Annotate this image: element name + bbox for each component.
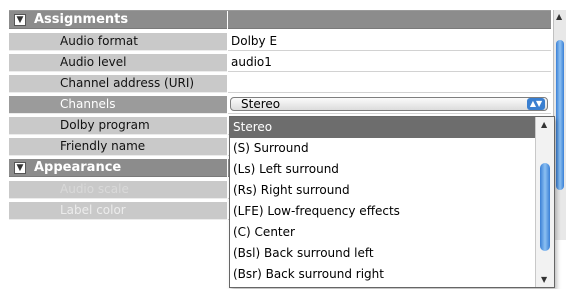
property-label: Audio scale [60, 182, 129, 196]
property-label-cell: Audio level [9, 54, 227, 72]
property-label: Friendly name [60, 139, 146, 153]
property-label: Dolby program [60, 118, 150, 132]
property-label-cell: Dolby program [9, 117, 227, 135]
property-label-cell: Friendly name [9, 138, 227, 156]
property-row-audio-format[interactable]: Audio format Dolby E [9, 33, 551, 51]
section-header-left: ▼ Appearance [9, 159, 227, 177]
channel-address-field[interactable] [228, 75, 551, 93]
dropdown-option[interactable]: (S) Surround [230, 138, 535, 159]
channels-select[interactable]: Stereo ▲▼ [230, 97, 548, 111]
dropdown-option[interactable]: Stereo [230, 117, 535, 138]
collapse-checkbox-icon[interactable]: ▼ [14, 14, 26, 26]
dropdown-scrollbar-thumb[interactable] [540, 163, 550, 251]
section-title: Assignments [34, 12, 129, 27]
dropdown-option[interactable]: (Bsl) Back surround left [230, 243, 535, 264]
channels-dropdown-list[interactable]: Stereo (S) Surround (Ls) Left surround (… [229, 116, 555, 288]
channels-cell: Stereo ▲▼ [228, 96, 551, 114]
scrollbar-thumb[interactable] [556, 40, 564, 190]
dropdown-scrollbar[interactable]: ▲ ▼ [535, 117, 554, 287]
property-label-cell: Channel address (URI) [9, 75, 227, 93]
property-label: Channels [60, 97, 116, 111]
property-label-cell: Label color [9, 202, 227, 220]
property-row-channel-address[interactable]: Channel address (URI) [9, 75, 551, 93]
dropdown-option[interactable]: (Rs) Right surround [230, 180, 535, 201]
property-label-cell: Audio format [9, 33, 227, 51]
property-label: Channel address (URI) [60, 76, 195, 90]
scroll-up-icon[interactable]: ▲ [556, 12, 562, 21]
select-arrows-icon[interactable]: ▲▼ [527, 98, 545, 110]
property-panel: ▼ Assignments Audio format Dolby E Audio… [0, 0, 569, 289]
audio-format-field[interactable]: Dolby E [228, 33, 551, 51]
property-label: Audio format [60, 34, 138, 48]
property-label-cell: Audio scale [9, 181, 227, 199]
audio-level-field[interactable]: audio1 [228, 54, 551, 72]
property-row-channels[interactable]: Channels Stereo ▲▼ [9, 96, 551, 114]
property-label-cell: Channels [9, 96, 227, 114]
dropdown-option[interactable]: (C) Center [230, 222, 535, 243]
property-label: Audio level [60, 55, 127, 69]
collapse-checkbox-icon[interactable]: ▼ [14, 162, 26, 174]
section-header-right [228, 11, 551, 29]
channels-select-value: Stereo [241, 97, 281, 111]
scroll-up-icon[interactable]: ▲ [541, 120, 547, 129]
section-assignments[interactable]: ▼ Assignments [9, 11, 551, 29]
dropdown-option[interactable]: (Bsr) Back surround right [230, 264, 535, 285]
property-label: Label color [60, 203, 126, 217]
dropdown-option[interactable]: (LFE) Low-frequency effects [230, 201, 535, 222]
dropdown-option[interactable]: (Ls) Left surround [230, 159, 535, 180]
section-title: Appearance [34, 160, 122, 175]
property-row-audio-level[interactable]: Audio level audio1 [9, 54, 551, 72]
scroll-down-icon[interactable]: ▼ [541, 275, 547, 284]
section-header-left: ▼ Assignments [9, 11, 227, 29]
